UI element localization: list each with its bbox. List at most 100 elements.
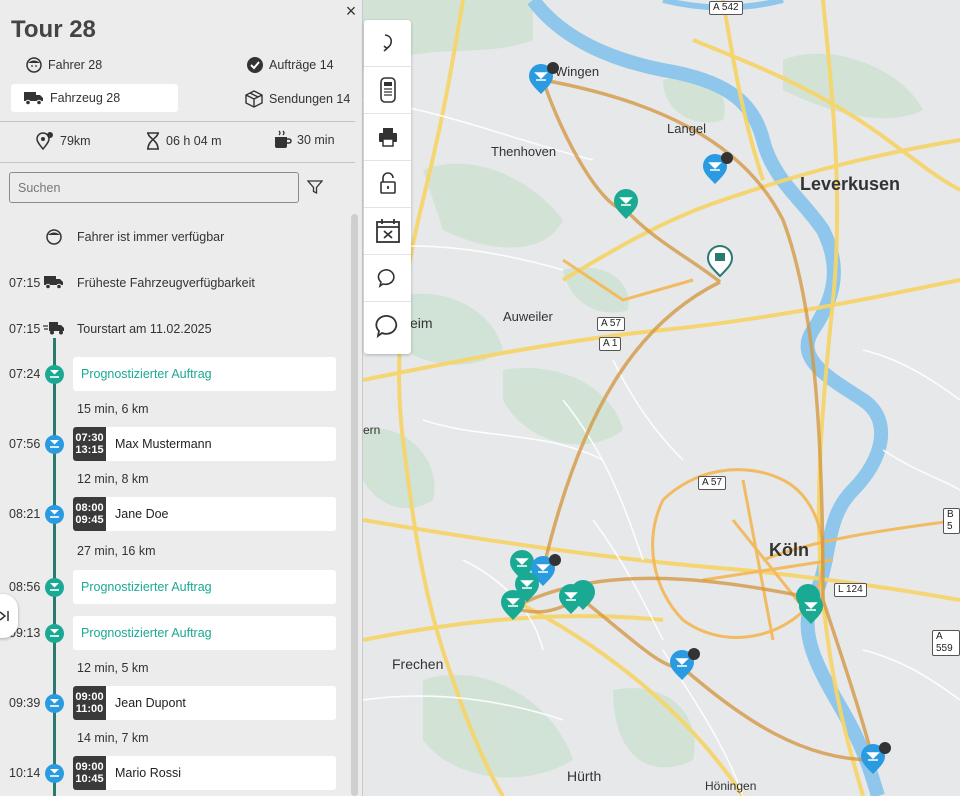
truck-icon <box>24 92 43 106</box>
search-input[interactable] <box>9 172 299 203</box>
truck-icon <box>44 276 63 290</box>
chat-bubble-icon <box>374 314 397 338</box>
divider <box>0 121 355 122</box>
driver-label: Fahrer 28 <box>48 58 103 72</box>
place-auweiler: Auweiler <box>503 309 553 324</box>
driver-availability: Fahrer ist immer verfügbar <box>77 230 225 244</box>
stop-card-order[interactable]: 08:00 09:45 Jane Doe <box>73 497 336 531</box>
divider <box>0 162 355 163</box>
order-stop-icon <box>45 694 64 713</box>
tourstart-label: Tourstart am 11.02.2025 <box>77 322 212 336</box>
place-koeln: Köln <box>769 540 809 560</box>
stop-card-order[interactable]: 09:00 11:00 Jean Dupont <box>73 686 336 720</box>
stop-card-order[interactable]: 07:30 13:15 Max Mustermann <box>73 427 336 461</box>
print-button[interactable] <box>364 114 411 161</box>
place-eim: eim <box>410 315 433 331</box>
stop-card-order[interactable]: 09:00 10:45 Mario Rossi <box>73 756 336 790</box>
page-title: Tour 28 <box>11 16 96 43</box>
orders-info: Aufträge 14 <box>246 56 334 74</box>
coffee-icon <box>275 130 292 148</box>
stop-time: 09:39 <box>9 696 41 710</box>
drive-segment: 12 min, 5 km <box>77 661 149 675</box>
speech-bubble-icon <box>377 269 395 288</box>
time-window-from: 08:00 <box>75 502 104 514</box>
printer-icon <box>378 128 397 147</box>
duration-info: 06 h 04 m <box>145 132 222 150</box>
vehicle-info[interactable]: Fahrzeug 28 <box>23 90 120 106</box>
tour-panel: × Tour 28 Fahrer 28 Aufträge 14 Fahrzeug… <box>0 0 363 796</box>
unlock-button[interactable] <box>364 161 411 208</box>
package-icon <box>245 90 263 108</box>
reverse-route-button[interactable] <box>364 20 411 67</box>
expand-icon <box>0 611 9 621</box>
time-window-from: 09:00 <box>75 691 104 703</box>
drive-segment: 12 min, 8 km <box>77 472 149 486</box>
customer-name: Jane Doe <box>115 507 169 521</box>
vehicle-view-button[interactable] <box>364 67 411 114</box>
drive-segment: 27 min, 16 km <box>77 544 156 558</box>
time-window-from: 09:00 <box>75 761 104 773</box>
time-window: 09:00 11:00 <box>73 686 106 720</box>
road-label: A 559 <box>932 630 960 656</box>
stop-time: 07:24 <box>9 367 41 381</box>
place-huerth: Hürth <box>567 768 602 784</box>
distance-label: 79km <box>60 134 91 148</box>
location-pin-icon <box>36 132 53 151</box>
close-button[interactable]: × <box>343 2 359 20</box>
stop-label: Prognostizierter Auftrag <box>81 580 212 594</box>
customer-name: Mario Rossi <box>115 766 181 780</box>
chat-button[interactable] <box>364 302 411 349</box>
forecast-stop-icon <box>45 365 64 384</box>
stop-card-forecast[interactable]: Prognostizierter Auftrag <box>73 570 336 604</box>
time-window-to: 10:45 <box>75 773 104 785</box>
expand-panel-button[interactable] <box>0 594 18 638</box>
map-canvas[interactable] <box>363 0 960 796</box>
tour-start-icon <box>43 322 64 335</box>
driver-icon <box>26 57 42 73</box>
scrollbar[interactable] <box>351 214 358 796</box>
road-label: A 57 <box>597 317 626 331</box>
stop-time: 08:56 <box>9 580 41 594</box>
time-window-to: 11:00 <box>75 703 104 715</box>
stop-label: Prognostizierter Auftrag <box>81 626 212 640</box>
time-window: 09:00 10:45 <box>73 756 106 790</box>
place-frechen: Frechen <box>392 656 444 672</box>
shipments-info: Sendungen 14 <box>244 89 350 109</box>
stop-card-forecast[interactable]: Prognostizierter Auftrag <box>73 357 336 391</box>
hourglass-icon <box>147 132 159 150</box>
filter-icon[interactable] <box>307 179 323 195</box>
place-hoeningen: Höningen <box>705 779 757 793</box>
curved-arrow-icon <box>382 34 392 52</box>
vehicle-top-icon <box>379 77 396 103</box>
driver-icon <box>46 229 62 245</box>
map-view[interactable]: Leverkusen Köln Langel Thenhoven Auweile… <box>363 0 960 796</box>
shipments-label: Sendungen 14 <box>269 92 351 106</box>
stop-time: 08:21 <box>9 507 41 521</box>
drive-segment: 14 min, 7 km <box>77 731 149 745</box>
stop-time: 10:14 <box>9 766 41 780</box>
vehicle-availability-time: 07:15 <box>9 276 41 290</box>
orders-label: Aufträge 14 <box>269 58 334 72</box>
order-stop-icon <box>45 764 64 783</box>
distance-info: 79km <box>35 131 91 151</box>
road-label: A 57 <box>698 476 727 490</box>
map-toolbar <box>364 20 411 354</box>
road-label: A 542 <box>709 1 743 15</box>
stop-label: Prognostizierter Auftrag <box>81 367 212 381</box>
forecast-stop-icon <box>45 624 64 643</box>
duration-label: 06 h 04 m <box>166 134 222 148</box>
timeline-line <box>53 338 56 796</box>
break-info: 30 min <box>272 130 335 150</box>
drive-segment: 15 min, 6 km <box>77 402 149 416</box>
break-label: 30 min <box>297 133 335 147</box>
place-thenhoven: Thenhoven <box>491 144 557 159</box>
unlock-icon <box>379 172 396 194</box>
calendar-cancel-button[interactable] <box>364 208 411 255</box>
place-leverkusen: Leverkusen <box>800 174 901 194</box>
check-circle-icon <box>247 57 263 73</box>
place-wingen: Wingen <box>555 64 600 79</box>
customer-name: Max Mustermann <box>115 437 212 451</box>
stop-card-forecast[interactable]: Prognostizierter Auftrag <box>73 616 336 650</box>
comment-button[interactable] <box>364 255 411 302</box>
tourstart-time: 07:15 <box>9 322 41 336</box>
